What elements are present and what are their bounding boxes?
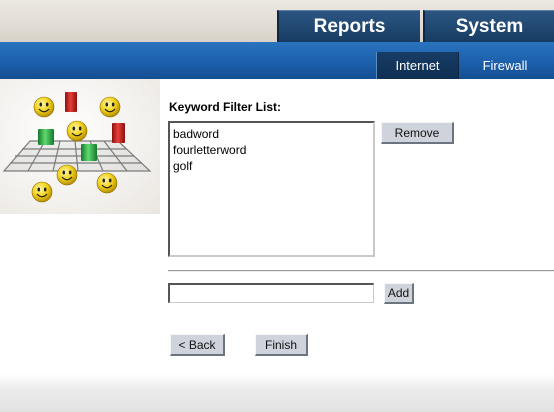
tab-reports[interactable]: Reports	[277, 10, 420, 42]
smiley-icon	[33, 96, 55, 118]
red-block-icon	[65, 92, 77, 112]
list-item[interactable]: golf	[173, 158, 370, 174]
red-block-icon	[112, 123, 125, 143]
keyword-filter-title: Keyword Filter List:	[169, 100, 282, 114]
back-button[interactable]: < Back	[170, 334, 225, 356]
green-block-icon	[81, 144, 97, 161]
subtab-internet[interactable]: Internet	[376, 52, 459, 79]
smiley-icon	[99, 96, 121, 118]
list-item[interactable]: fourletterword	[173, 142, 370, 158]
smiley-icon	[31, 181, 53, 203]
remove-button[interactable]: Remove	[381, 122, 454, 144]
subtab-firewall[interactable]: Firewall	[462, 52, 548, 79]
keyword-listbox[interactable]: badword fourletterword golf	[168, 121, 375, 257]
grid-floor	[2, 140, 152, 172]
list-item[interactable]: badword	[173, 126, 370, 142]
subnav-bar: Internet Firewall	[0, 42, 554, 79]
smiley-grid-illustration	[0, 79, 160, 214]
divider	[168, 270, 554, 272]
tab-system[interactable]: System	[423, 10, 554, 42]
smiley-icon	[66, 120, 88, 142]
smiley-icon	[96, 172, 118, 194]
keyword-input[interactable]	[168, 283, 374, 303]
smiley-grid-graphic	[2, 92, 152, 203]
green-block-icon	[38, 129, 54, 145]
add-button[interactable]: Add	[384, 283, 414, 304]
smiley-icon	[56, 164, 78, 186]
footer-band	[0, 374, 554, 412]
finish-button[interactable]: Finish	[255, 334, 308, 356]
